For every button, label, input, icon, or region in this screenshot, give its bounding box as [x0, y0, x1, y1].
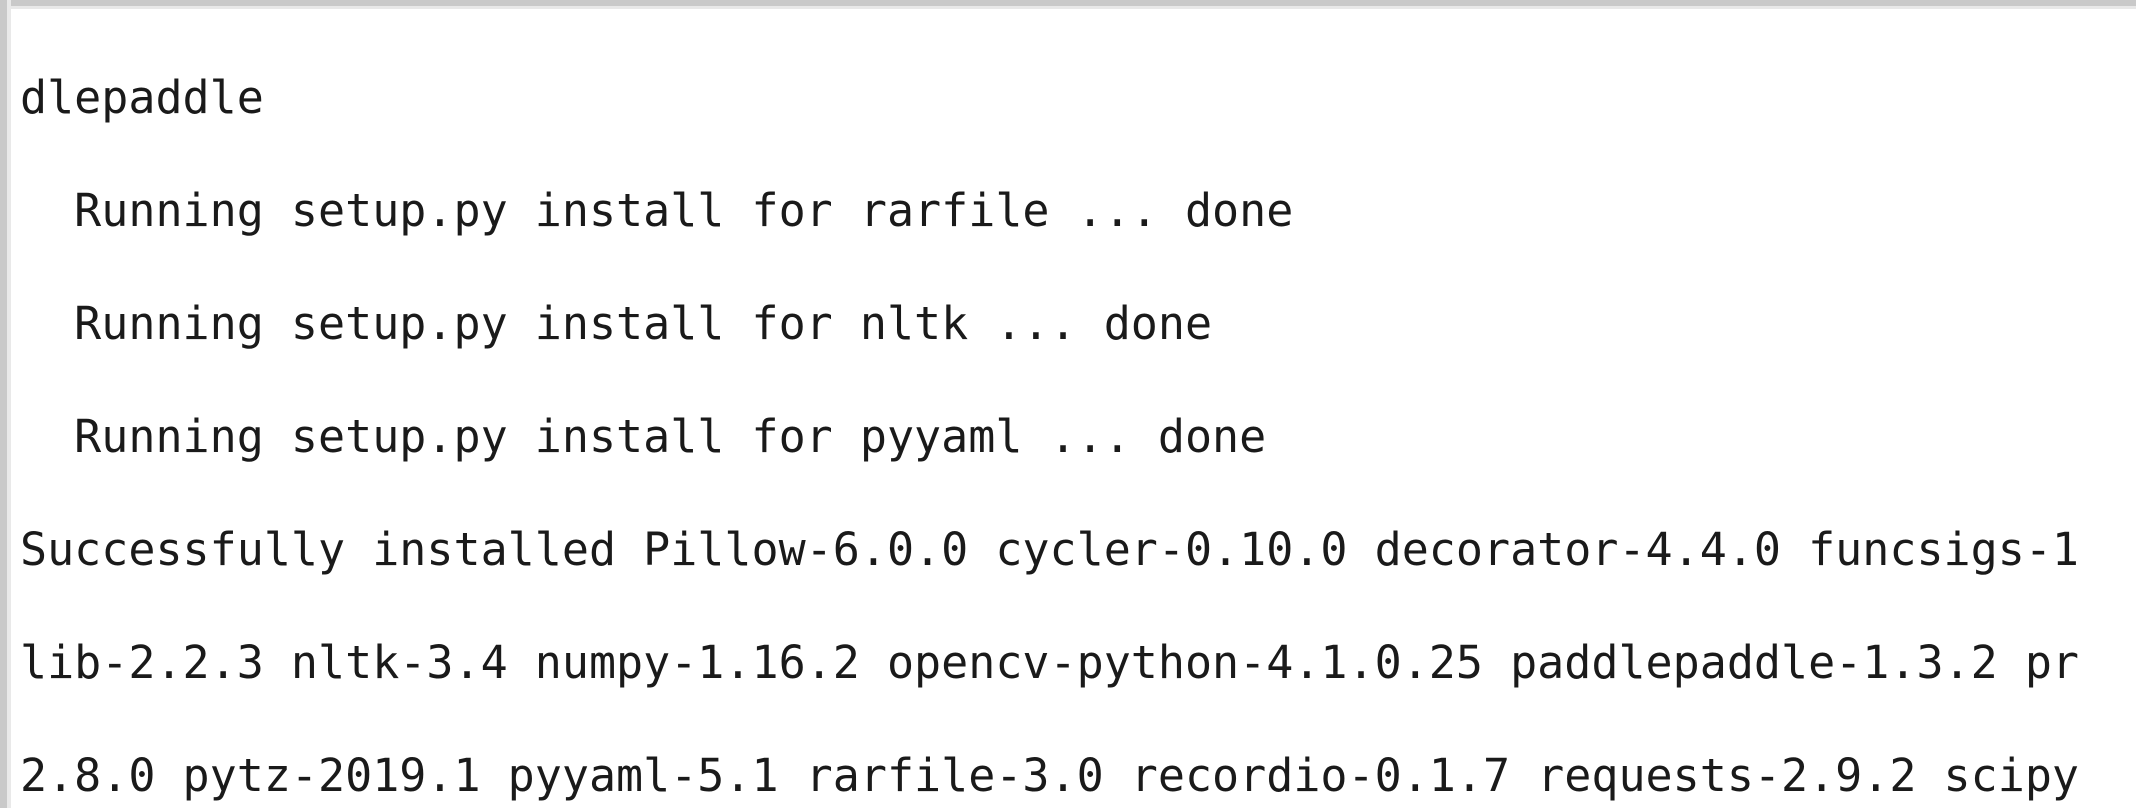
terminal-screen[interactable]: dlepaddle Running setup.py install for r… — [11, 9, 2136, 808]
terminal-line-running-rarfile: Running setup.py install for rarfile ...… — [20, 184, 1294, 237]
terminal-line-running-nltk: Running setup.py install for nltk ... do… — [20, 297, 1213, 350]
window-frame-left-edge — [0, 0, 11, 808]
terminal-line-running-pyyaml: Running setup.py install for pyyaml ... … — [20, 410, 1267, 463]
terminal-line-successfully-installed-1: Successfully installed Pillow-6.0.0 cycl… — [20, 523, 2080, 576]
window-frame-top-edge — [0, 0, 2136, 9]
terminal-output-buffer: dlepaddle Running setup.py install for r… — [20, 13, 2136, 808]
terminal-line-successfully-installed-3: 2.8.0 pytz-2019.1 pyyaml-5.1 rarfile-3.0… — [20, 749, 2080, 802]
terminal-line-successfully-installed-2: lib-2.2.3 nltk-3.4 numpy-1.16.2 opencv-p… — [20, 636, 2080, 689]
terminal-line-dlepaddle: dlepaddle — [20, 71, 264, 124]
terminal-window[interactable]: dlepaddle Running setup.py install for r… — [0, 0, 2136, 808]
